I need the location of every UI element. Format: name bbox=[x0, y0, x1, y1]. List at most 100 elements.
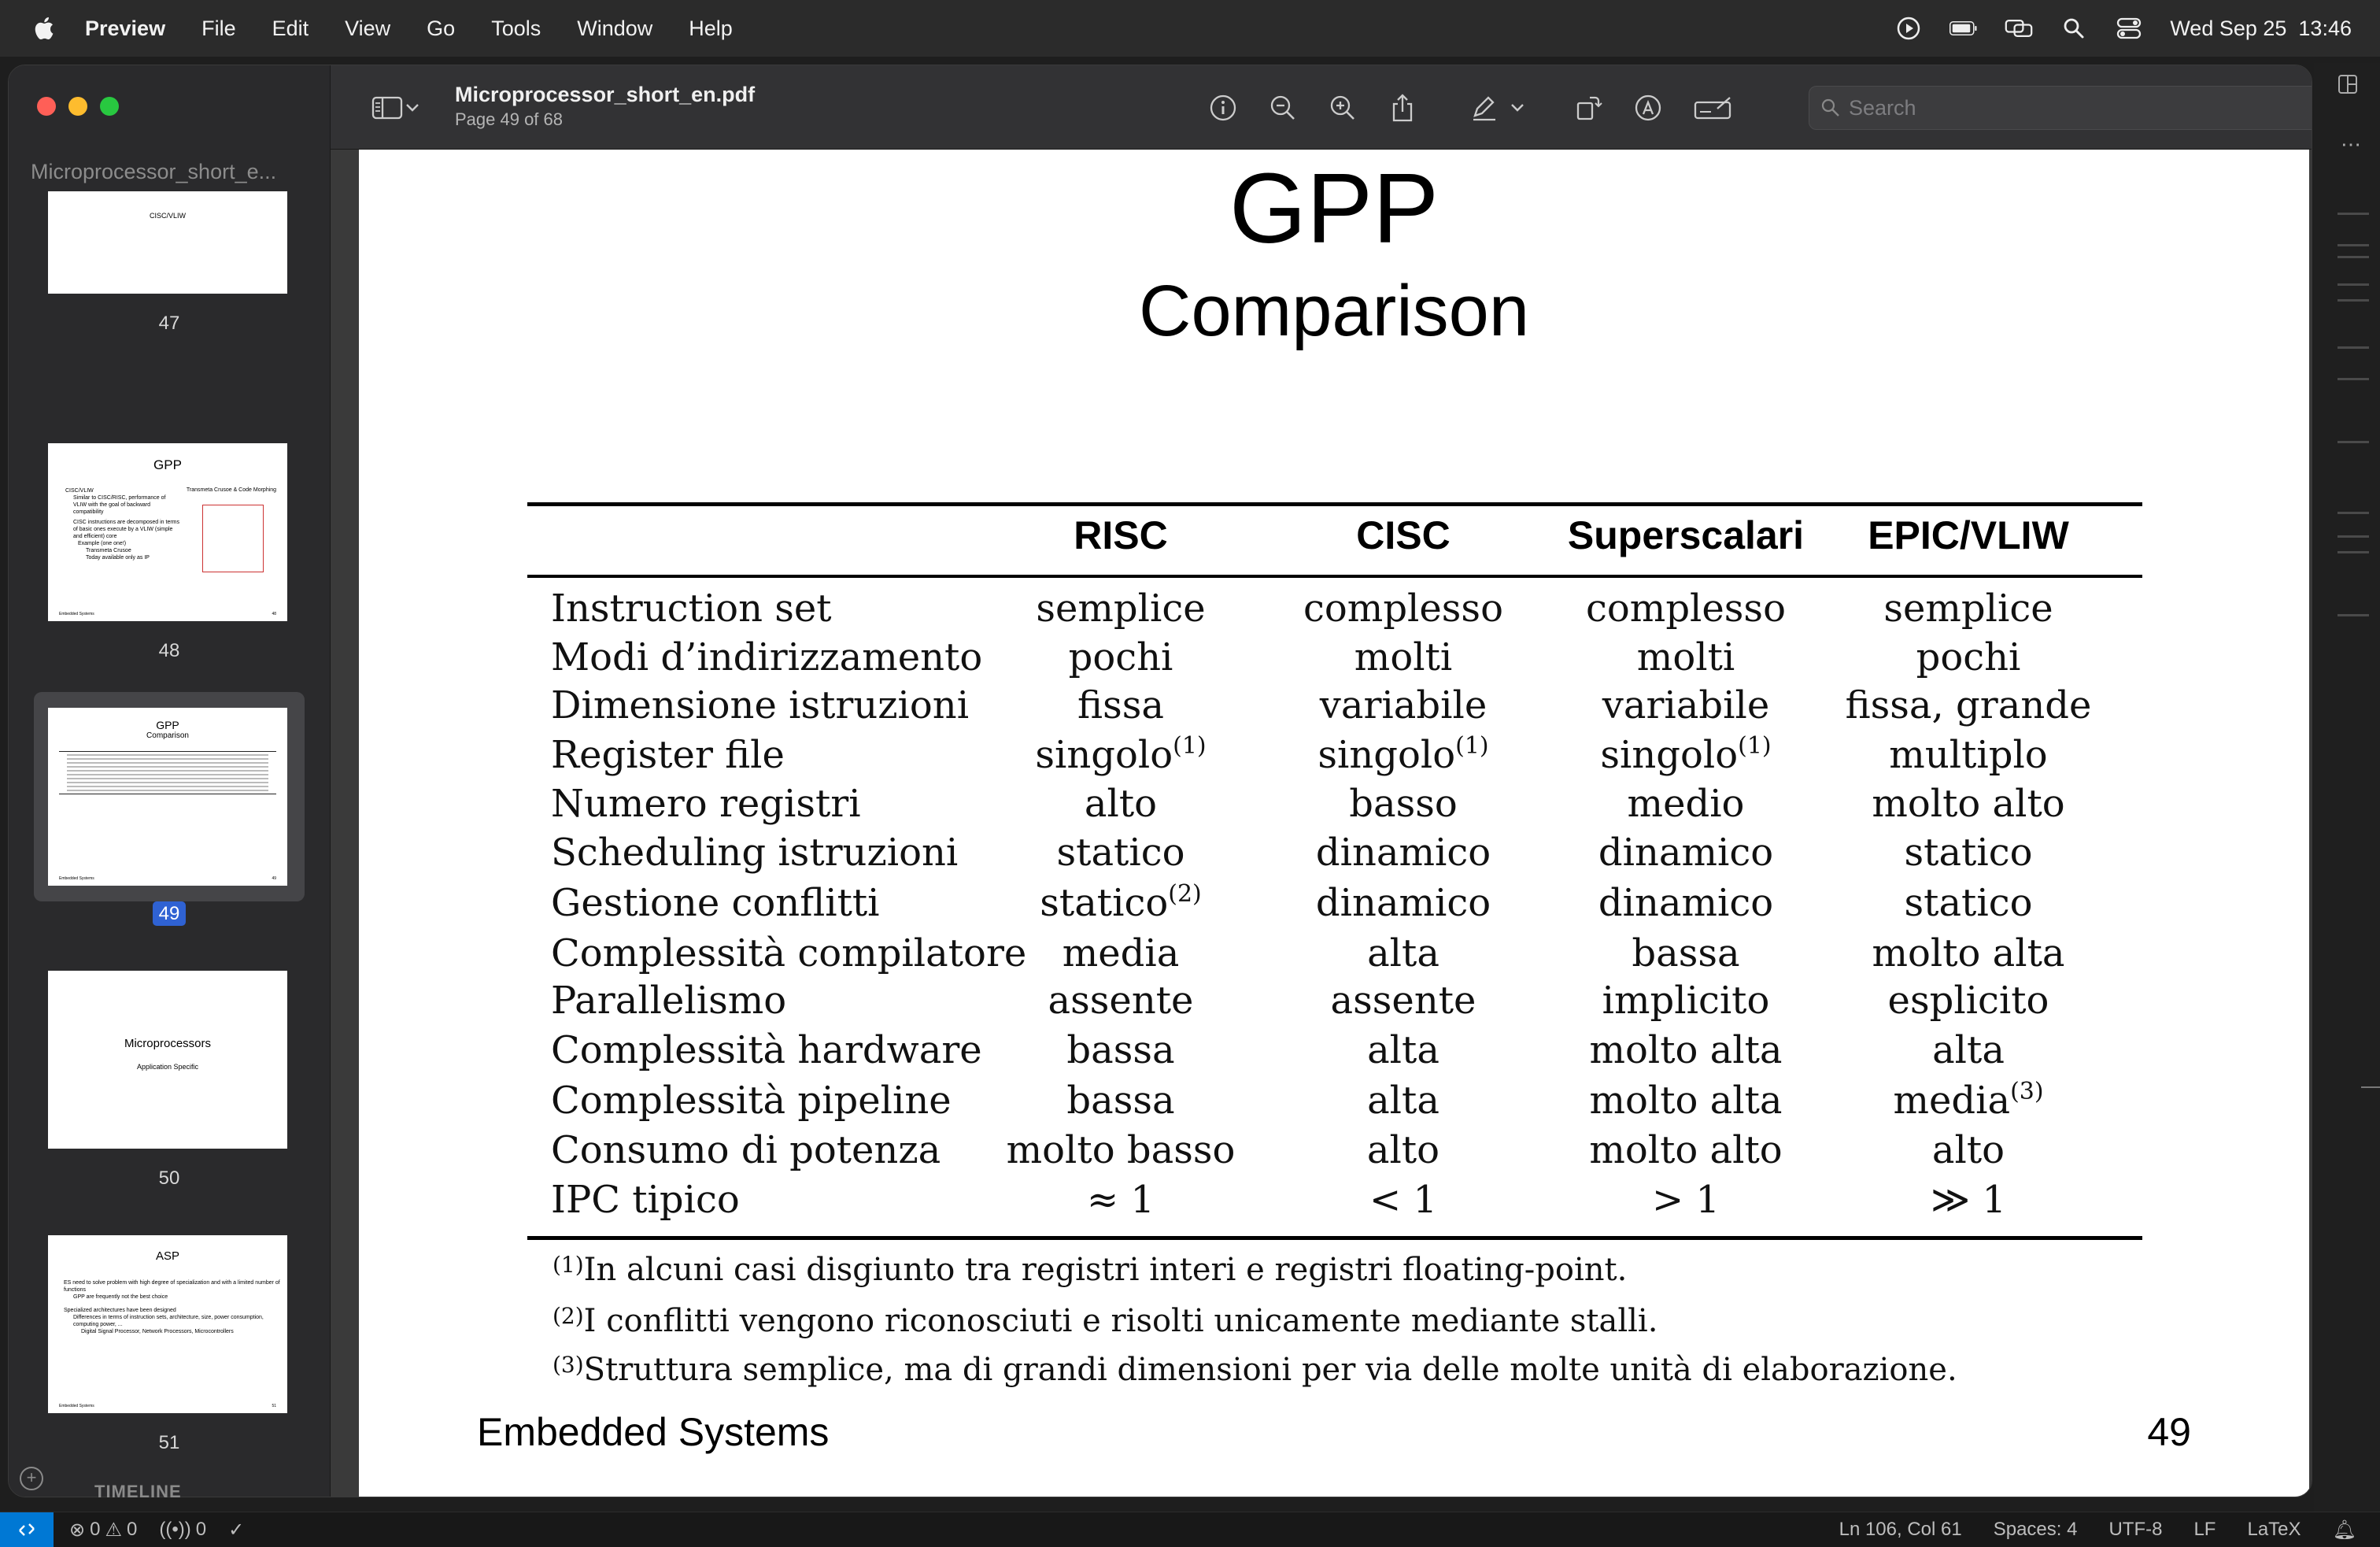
status-bar: ⊗ 0 ⚠ 0 ((•)) 0 ✓ Ln 106, Col 61 Spaces: 4 … bbox=[0, 1512, 2380, 1547]
menubar-clock[interactable]: Wed Sep 25 13:46 bbox=[2170, 17, 2352, 41]
footnote-mark: (3) bbox=[552, 1352, 584, 1378]
cell-value: molto alta bbox=[1589, 1079, 1783, 1123]
menu-file[interactable]: File bbox=[201, 17, 236, 41]
apple-icon[interactable] bbox=[30, 13, 57, 44]
table-row: Instruction set semplice complesso compless… bbox=[527, 584, 2142, 633]
table-cell: molto basso bbox=[979, 1126, 1262, 1175]
cell-value: alto bbox=[1366, 1128, 1440, 1172]
table-cell: assente bbox=[979, 976, 1262, 1025]
menu-edit[interactable]: Edit bbox=[272, 17, 309, 41]
row-label: Complessità compilatore bbox=[551, 931, 1027, 975]
split-editor-icon[interactable] bbox=[2338, 74, 2358, 94]
minimap-line bbox=[2338, 378, 2369, 380]
table-cell: singolo(1) bbox=[1544, 731, 1828, 779]
markup-pen-icon[interactable] bbox=[1469, 92, 1500, 124]
document-tab[interactable]: Microprocessor_short_e... bbox=[31, 160, 276, 184]
document-view[interactable]: GPP Comparison RISC CISC Superscalari EP… bbox=[331, 150, 2312, 1497]
sidebar-toggle-icon[interactable] bbox=[371, 92, 403, 124]
thumbnail-list[interactable]: CISC/VLIW 47 GPP CISC/VLIW Similar to CI… bbox=[9, 191, 330, 1475]
row-label: Scheduling istruzioni bbox=[551, 831, 959, 875]
control-center-icon[interactable] bbox=[2115, 14, 2143, 43]
column-header-risc: RISC bbox=[1074, 513, 1168, 557]
table-cell: alta bbox=[1262, 1076, 1545, 1125]
table-cell: bassa bbox=[1544, 929, 1828, 978]
thumbnail-bullet: Digital Signal Processor, Network Proces… bbox=[81, 1329, 234, 1334]
table-cell: media(3) bbox=[1827, 1076, 2110, 1125]
table-cell: basso bbox=[1262, 779, 1545, 828]
screen-mirroring-icon[interactable] bbox=[2005, 14, 2033, 43]
spotlight-search-icon[interactable] bbox=[2060, 14, 2088, 43]
eol-setting[interactable]: LF bbox=[2193, 1519, 2216, 1541]
info-icon[interactable] bbox=[1207, 92, 1239, 124]
table-cell: alto bbox=[979, 779, 1262, 828]
zoom-in-icon[interactable] bbox=[1327, 92, 1358, 124]
menu-tools[interactable]: Tools bbox=[491, 17, 541, 41]
page-thumbnail-49[interactable]: GPP Comparison Embedded Systems 49 bbox=[48, 708, 287, 886]
thumbnail-bullet: GPP are frequently not the best choice bbox=[73, 1294, 168, 1300]
thumbnail-subtitle: Application Specific bbox=[136, 1063, 199, 1071]
cell-value: molto alta bbox=[1872, 931, 2065, 975]
zoom-out-icon[interactable] bbox=[1267, 92, 1299, 124]
check-icon[interactable]: ✓ bbox=[228, 1519, 244, 1541]
row-label: Parallelismo bbox=[551, 979, 787, 1023]
cursor-position[interactable]: Ln 106, Col 61 bbox=[1839, 1519, 1962, 1541]
page-thumbnail-47[interactable]: CISC/VLIW bbox=[48, 191, 287, 294]
problems-indicator[interactable]: ⊗ 0 ⚠ 0 bbox=[69, 1519, 137, 1541]
cell-value: alta bbox=[1367, 931, 1439, 975]
play-icon[interactable] bbox=[1894, 14, 1923, 43]
search-input[interactable] bbox=[1847, 94, 2291, 121]
close-button[interactable] bbox=[37, 97, 56, 116]
row-label: Consumo di potenza bbox=[551, 1128, 941, 1172]
indentation-setting[interactable]: Spaces: 4 bbox=[1994, 1519, 2078, 1541]
form-filling-icon[interactable] bbox=[1692, 92, 1736, 124]
chevron-down-icon[interactable] bbox=[403, 92, 422, 124]
thumbnail-bullet: CISC instructions are decomposed in term… bbox=[73, 520, 179, 539]
ports-indicator[interactable]: ((•)) 0 bbox=[159, 1519, 206, 1541]
page-thumbnail-50[interactable]: Microprocessors Application Specific bbox=[48, 971, 287, 1149]
minimap-line bbox=[2338, 551, 2369, 553]
thumbnail-footer: Embedded Systems bbox=[59, 1404, 94, 1408]
cell-value: ≈ 1 bbox=[1086, 1178, 1155, 1222]
page-thumbnail-48[interactable]: GPP CISC/VLIW Similar to CISC/RISC, perf… bbox=[48, 443, 287, 621]
remote-indicator-icon[interactable] bbox=[0, 1512, 54, 1547]
preview-window: Microprocessor_short_e... CISC/VLIW 47 G… bbox=[8, 65, 2312, 1497]
table-cell: medio bbox=[1544, 779, 1828, 828]
menu-go[interactable]: Go bbox=[427, 17, 455, 41]
minimap-line bbox=[2338, 244, 2369, 246]
more-actions-icon[interactable]: ⋯ bbox=[2341, 132, 2361, 157]
pdf-page[interactable]: GPP Comparison RISC CISC Superscalari EP… bbox=[359, 150, 2309, 1497]
table-cell: dinamico bbox=[1262, 879, 1545, 927]
table-cell: statico bbox=[1827, 879, 2110, 927]
table-cell: pochi bbox=[979, 633, 1262, 682]
thumbnail-table bbox=[67, 754, 268, 791]
menu-view[interactable]: View bbox=[345, 17, 390, 41]
cell-value: complesso bbox=[1303, 587, 1503, 631]
search-field[interactable] bbox=[1809, 86, 2312, 130]
add-page-icon[interactable]: + bbox=[20, 1467, 43, 1490]
rotate-icon[interactable] bbox=[1572, 92, 1604, 124]
menu-help[interactable]: Help bbox=[689, 17, 733, 41]
notifications-bell-icon[interactable]: 🔔︎ bbox=[2333, 1519, 2356, 1541]
markup-chevron-down-icon[interactable] bbox=[1508, 92, 1527, 124]
zoom-button[interactable] bbox=[100, 97, 119, 116]
cell-value: dinamico bbox=[1598, 831, 1774, 875]
row-label: Modi d’indirizzamento bbox=[551, 635, 983, 679]
minimize-button[interactable] bbox=[68, 97, 87, 116]
column-header-epic-vliw: EPIC/VLIW bbox=[1868, 513, 2069, 557]
annotate-icon[interactable] bbox=[1632, 92, 1664, 124]
column-header-superscalari: Superscalari bbox=[1567, 513, 1805, 557]
language-mode[interactable]: LaTeX bbox=[2247, 1519, 2301, 1541]
minimap-slider[interactable] bbox=[2361, 1086, 2380, 1088]
timeline-section-header[interactable]: TIMELINE bbox=[94, 1482, 182, 1502]
table-row: Complessità compilatore media alta bassa mol… bbox=[527, 929, 2142, 978]
menu-window[interactable]: Window bbox=[577, 17, 652, 41]
encoding-setting[interactable]: UTF-8 bbox=[2108, 1519, 2162, 1541]
battery-icon[interactable] bbox=[1949, 14, 1978, 43]
table-cell: ≈ 1 bbox=[979, 1175, 1262, 1224]
error-count: 0 bbox=[90, 1519, 101, 1540]
menu-app-name[interactable]: Preview bbox=[85, 17, 165, 41]
page-thumbnail-51[interactable]: ASP ES need to solve problem with high d… bbox=[48, 1235, 287, 1413]
cell-value: molto alta bbox=[1589, 1028, 1783, 1072]
share-icon[interactable] bbox=[1387, 92, 1418, 124]
cell-value: singolo bbox=[1600, 733, 1739, 777]
